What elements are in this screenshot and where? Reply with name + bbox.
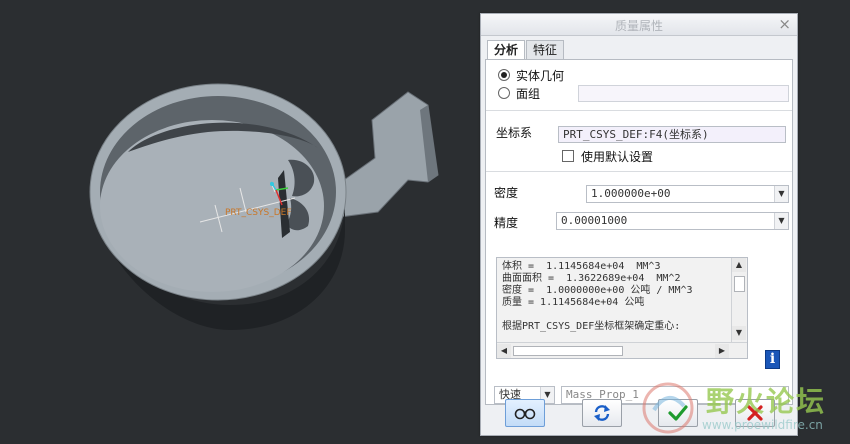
accuracy-field[interactable]: 0.00001000 ▼ xyxy=(556,212,789,230)
accuracy-label: 精度 xyxy=(494,216,519,230)
divider xyxy=(486,171,792,172)
density-value: 1.000000e+00 xyxy=(591,187,671,200)
quilt-field[interactable] xyxy=(578,85,789,102)
tab-bar: 分析 特征 xyxy=(487,40,565,61)
chevron-down-icon[interactable]: ▼ xyxy=(774,186,788,202)
refresh-icon xyxy=(594,405,610,421)
tab-analysis[interactable]: 分析 xyxy=(487,40,526,61)
repeat-button[interactable] xyxy=(582,399,622,427)
horizontal-scrollbar[interactable]: ◀ ▶ xyxy=(497,342,747,358)
csys-label: PRT_CSYS_DEF xyxy=(225,208,292,218)
chevron-down-icon[interactable]: ▼ xyxy=(774,213,788,229)
quilt-radio[interactable] xyxy=(498,87,510,99)
watermark-logo-icon xyxy=(642,382,694,434)
model-inner-floor xyxy=(100,120,324,292)
csys-field[interactable]: PRT_CSYS_DEF:F4(坐标系) xyxy=(558,126,786,143)
tab-feature[interactable]: 特征 xyxy=(526,40,565,60)
result-line-density: 密度 = 1.0000000e+00 公吨 / MM^3 xyxy=(502,285,693,296)
scroll-left-icon[interactable]: ◀ xyxy=(497,344,511,358)
solid-geometry-radio[interactable] xyxy=(498,69,510,81)
vertical-scrollbar[interactable]: ▲ ▼ xyxy=(731,258,747,342)
result-line-mass: 质量 = 1.1145684e+04 公吨 xyxy=(502,297,645,308)
dialog-titlebar[interactable]: 质量属性 × xyxy=(481,14,797,36)
csys-label: 坐标系 xyxy=(496,126,533,140)
results-text-area[interactable]: 体积 = 1.1145684e+04 MM^3 曲面面积 = 1.3622689… xyxy=(496,257,748,359)
scroll-up-icon[interactable]: ▲ xyxy=(732,258,746,272)
use-default-label: 使用默认设置 xyxy=(581,150,654,164)
solid-geometry-label: 实体几何 xyxy=(516,69,565,83)
divider xyxy=(486,110,792,111)
preview-button[interactable] xyxy=(505,399,545,427)
dialog-title: 质量属性 xyxy=(614,19,663,33)
info-icon[interactable]: i xyxy=(765,350,780,369)
density-field[interactable]: 1.000000e+00 ▼ xyxy=(586,185,789,203)
density-label: 密度 xyxy=(494,186,519,200)
use-default-checkbox[interactable] xyxy=(562,150,574,162)
watermark-title: 野火论坛 xyxy=(706,385,827,418)
forum-watermark: 野火论坛 www.proewildfire.cn xyxy=(640,378,840,440)
accuracy-value: 0.00001000 xyxy=(561,214,628,227)
glasses-icon xyxy=(514,408,536,420)
mass-properties-dialog: 质量属性 × 分析 特征 实体几何 面组 坐标系 PRT_CSYS_DEF:F4… xyxy=(480,13,798,436)
watermark-url: www.proewildfire.cn xyxy=(702,418,823,432)
scroll-right-icon[interactable]: ▶ xyxy=(715,344,729,358)
horizontal-scroll-thumb[interactable] xyxy=(513,346,623,356)
close-icon[interactable]: × xyxy=(778,15,791,33)
result-line-surface-area: 曲面面积 = 1.3622689e+04 MM^2 xyxy=(502,273,681,284)
result-line-volume: 体积 = 1.1145684e+04 MM^3 xyxy=(502,261,661,272)
analysis-panel: 实体几何 面组 坐标系 PRT_CSYS_DEF:F4(坐标系) 使用默认设置 … xyxy=(485,59,793,405)
vertical-scroll-thumb[interactable] xyxy=(734,276,745,292)
result-line-center-of-gravity: 根据PRT_CSYS_DEF坐标框架确定重心: xyxy=(502,321,681,332)
quilt-label: 面组 xyxy=(516,87,541,101)
scroll-down-icon[interactable]: ▼ xyxy=(732,326,746,340)
